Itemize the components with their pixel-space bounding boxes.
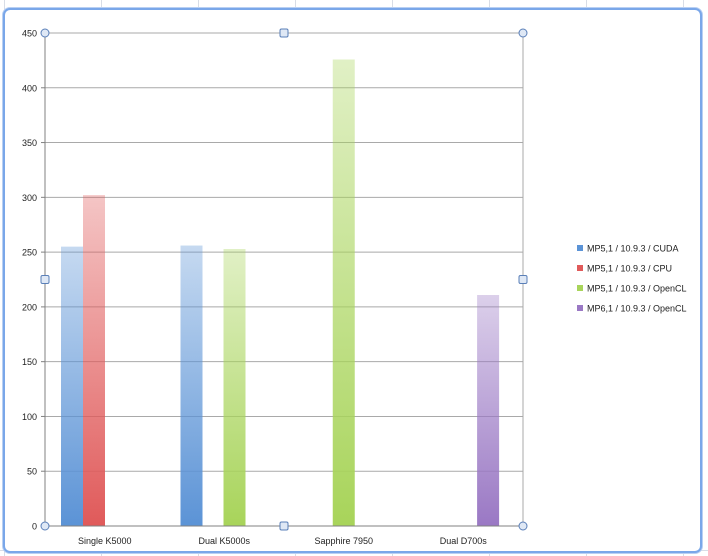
corner-resize-handle[interactable] [40, 28, 50, 38]
bar[interactable] [61, 246, 83, 526]
legend-swatch [577, 305, 583, 311]
legend-label: MP5,1 / 10.9.3 / OpenCL [587, 284, 687, 294]
corner-resize-handle[interactable] [40, 521, 50, 531]
bar[interactable] [332, 59, 355, 526]
legend-label: MP5,1 / 10.9.3 / CPU [587, 264, 672, 274]
y-tick-label: 450 [22, 29, 37, 39]
legend-label: MP5,1 / 10.9.3 / CUDA [587, 244, 679, 254]
bar[interactable] [83, 195, 105, 527]
x-tick-label: Dual D700s [440, 536, 488, 546]
legend: MP5,1 / 10.9.3 / CUDA MP5,1 / 10.9.3 / CP… [577, 244, 687, 314]
corner-resize-handle[interactable] [518, 28, 528, 38]
y-tick-label: 50 [27, 467, 37, 477]
bar-chart[interactable]: 0 50 100 150 200 250 300 350 400 450 Single K5000… [0, 0, 708, 556]
x-tick-label: Single K5000 [78, 536, 132, 546]
gridlines [44, 32, 524, 527]
legend-swatch [577, 265, 583, 271]
y-tick-label: 300 [22, 193, 37, 203]
edge-resize-handle[interactable] [279, 28, 289, 38]
y-tick-label: 200 [22, 302, 37, 312]
y-tick-label: 0 [32, 522, 37, 532]
edge-resize-handle[interactable] [40, 275, 50, 284]
selection-handles [40, 28, 528, 531]
bar[interactable] [180, 245, 203, 526]
corner-resize-handle[interactable] [518, 521, 528, 531]
x-tick-label: Dual K5000s [198, 536, 250, 546]
y-tick-label: 100 [22, 412, 37, 422]
legend-swatch [577, 245, 583, 251]
bars [61, 59, 500, 527]
y-tick-label: 400 [22, 83, 37, 93]
y-tick-label: 150 [22, 357, 37, 367]
x-tick-label: Sapphire 7950 [314, 536, 373, 546]
legend-swatch [577, 285, 583, 291]
y-tick-label: 250 [22, 248, 37, 258]
y-tick-label: 350 [22, 138, 37, 148]
bar[interactable] [223, 248, 246, 526]
edge-resize-handle[interactable] [279, 521, 289, 531]
legend-label: MP6,1 / 10.9.3 / OpenCL [587, 304, 687, 314]
bar[interactable] [477, 294, 500, 526]
edge-resize-handle[interactable] [518, 275, 528, 284]
